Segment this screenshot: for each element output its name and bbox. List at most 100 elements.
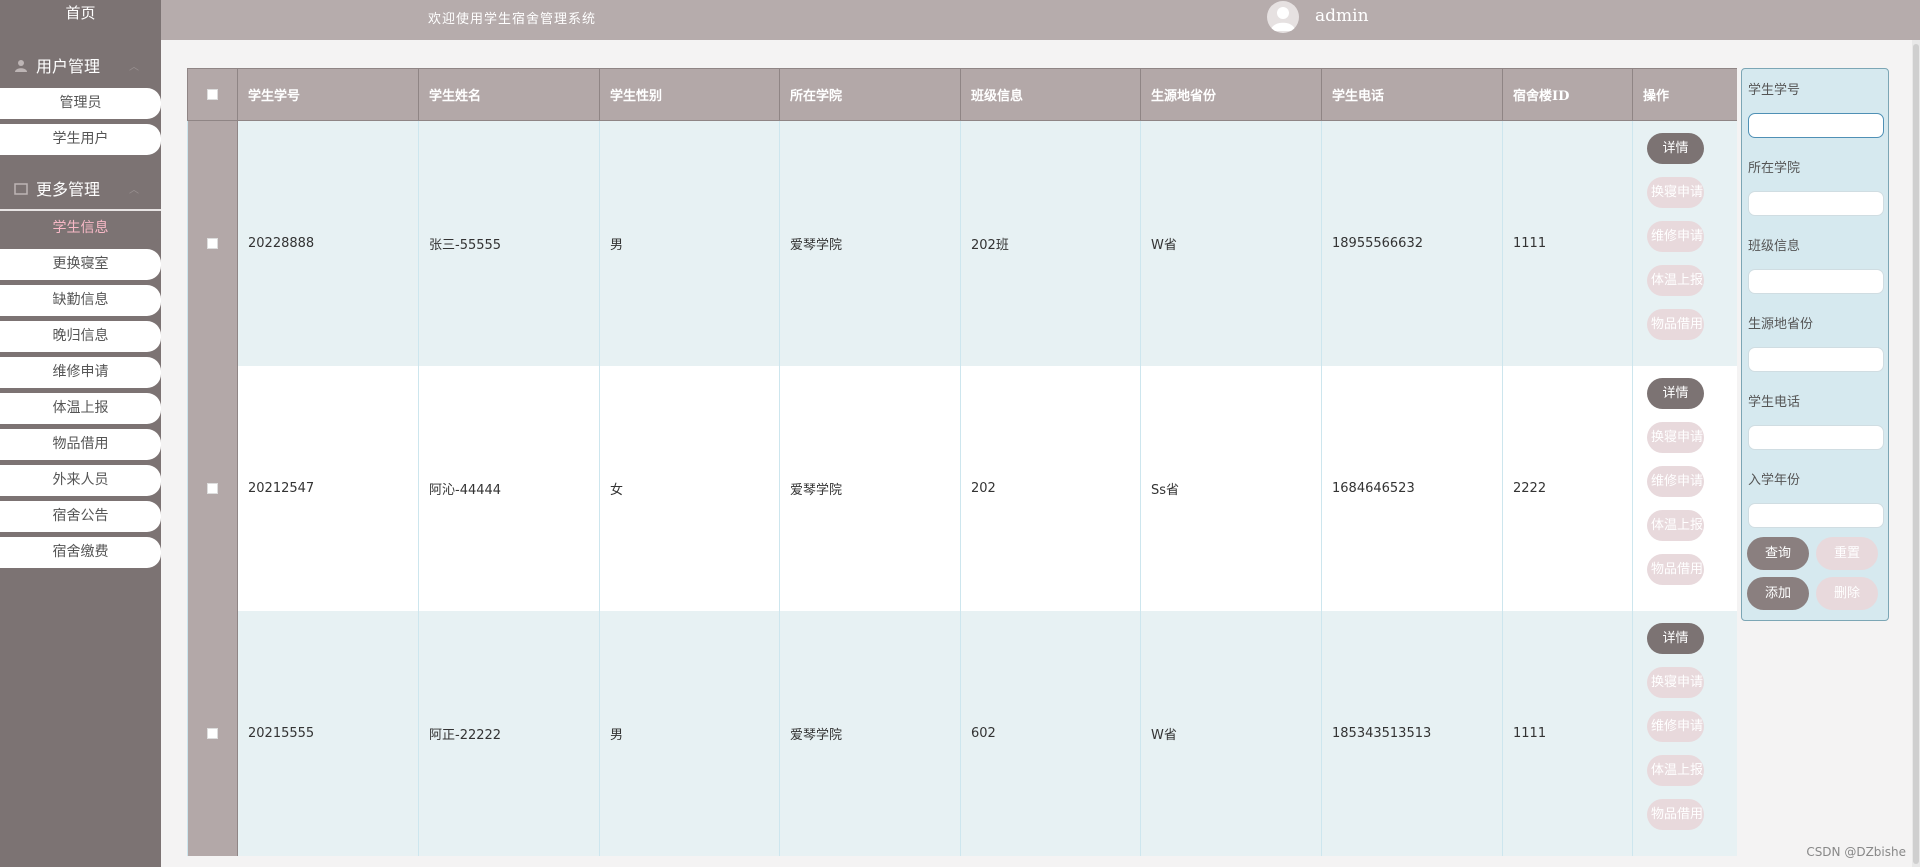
cell-class: 202班 [960, 120, 1141, 366]
header-building-id: 宿舍楼ID [1502, 68, 1633, 121]
sidebar-item-late-return[interactable]: 晚归信息 [0, 321, 161, 352]
sidebar-item-change-dorm[interactable]: 更换寝室 [0, 249, 161, 280]
cell-actions: 详情 换寝申请 维修申请 体温上报 物品借用 [1632, 610, 1737, 856]
borrow-button[interactable]: 物品借用 [1647, 309, 1704, 341]
sidebar-home[interactable]: 首页 [0, 0, 161, 26]
table-header-row: 学生学号 学生姓名 学生性别 所在学院 班级信息 生源地省份 学生电话 宿舍楼I… [187, 68, 1737, 121]
temperature-button[interactable]: 体温上报 [1647, 265, 1704, 297]
cell-student-id: 20212547 [237, 365, 419, 611]
cell-class: 202 [960, 365, 1141, 611]
sidebar-user-items: 管理员 学生用户 [0, 84, 161, 155]
search-field-year: 入学年份 [1748, 471, 1884, 528]
detail-button[interactable]: 详情 [1647, 378, 1704, 409]
sidebar-item-visitors[interactable]: 外来人员 [0, 465, 161, 496]
select-all-checkbox[interactable] [206, 89, 218, 100]
header-student-id: 学生学号 [237, 68, 419, 121]
header-student-name: 学生姓名 [418, 68, 600, 121]
row-checkbox-cell [187, 120, 238, 366]
delete-button[interactable]: 删除 [1816, 577, 1878, 610]
search-label: 入学年份 [1748, 473, 1801, 488]
student-id-input[interactable] [1748, 113, 1884, 138]
change-dorm-button[interactable]: 换寝申请 [1647, 422, 1704, 453]
cell-gender: 男 [599, 610, 780, 856]
repair-button[interactable]: 维修申请 [1647, 711, 1704, 742]
welcome-text: 欢迎使用学生宿舍管理系统 [428, 12, 597, 27]
temperature-button[interactable]: 体温上报 [1647, 510, 1704, 541]
table-row: 20215555 阿正-22222 男 爱琴学院 602 W省 18534351… [187, 610, 1737, 856]
select-all-cell [187, 68, 238, 121]
sidebar-item-announcement[interactable]: 宿舍公告 [0, 501, 161, 532]
cell-college: 爱琴学院 [779, 610, 961, 856]
repair-button[interactable]: 维修申请 [1647, 221, 1704, 253]
cell-student-name: 阿正-22222 [418, 610, 600, 856]
cell-phone: 185343513513 [1321, 610, 1503, 856]
sidebar-item-borrow[interactable]: 物品借用 [0, 429, 161, 460]
username[interactable]: admin [1315, 6, 1369, 26]
change-dorm-button[interactable]: 换寝申请 [1647, 177, 1704, 209]
chevron-up-icon: ︿ [129, 61, 139, 73]
sidebar-item-absence[interactable]: 缺勤信息 [0, 285, 161, 316]
header-actions: 操作 [1632, 68, 1737, 121]
header-gender: 学生性别 [599, 68, 780, 121]
scrollbar-thumb[interactable] [1913, 44, 1919, 864]
sidebar-group-more-management[interactable]: 更多管理 ︿ [0, 169, 161, 207]
topbar: 欢迎使用学生宿舍管理系统 admin [161, 0, 1920, 40]
active-divider [0, 209, 161, 211]
borrow-button[interactable]: 物品借用 [1647, 799, 1704, 830]
temperature-button[interactable]: 体温上报 [1647, 755, 1704, 786]
row-checkbox[interactable] [206, 727, 218, 739]
chevron-up-icon: ︿ [129, 184, 139, 196]
sidebar-item-repair[interactable]: 维修申请 [0, 357, 161, 388]
sidebar-group-user-management[interactable]: 用户管理 ︿ [0, 46, 161, 84]
enroll-year-input[interactable] [1748, 503, 1884, 528]
row-checkbox[interactable] [206, 237, 218, 249]
cell-class: 602 [960, 610, 1141, 856]
user-avatar-icon [1271, 7, 1295, 31]
cell-building-id: 1111 [1502, 120, 1633, 366]
sidebar-item-temperature[interactable]: 体温上报 [0, 393, 161, 424]
cell-gender: 男 [599, 120, 780, 366]
cell-student-id: 20215555 [237, 610, 419, 856]
repair-button[interactable]: 维修申请 [1647, 466, 1704, 497]
header-phone: 学生电话 [1321, 68, 1503, 121]
header-province: 生源地省份 [1140, 68, 1322, 121]
search-field-student-id: 学生学号 [1748, 81, 1884, 138]
user-icon [14, 58, 28, 72]
row-checkbox-cell [187, 610, 238, 856]
borrow-button[interactable]: 物品借用 [1647, 554, 1704, 585]
sidebar-item-admin[interactable]: 管理员 [0, 88, 161, 119]
search-label: 学生电话 [1748, 395, 1801, 410]
search-label: 生源地省份 [1748, 317, 1814, 332]
search-label: 班级信息 [1748, 239, 1801, 254]
sidebar-item-payment[interactable]: 宿舍缴费 [0, 537, 161, 568]
sidebar: 首页 用户管理 ︿ 管理员 学生用户 更多管理 ︿ 学生信息 更换寝室 缺勤信息… [0, 0, 161, 867]
cell-building-id: 2222 [1502, 365, 1633, 611]
search-label: 学生学号 [1748, 83, 1801, 98]
search-field-phone: 学生电话 [1748, 393, 1884, 450]
avatar[interactable] [1267, 1, 1299, 33]
search-label: 所在学院 [1748, 161, 1801, 176]
province-input[interactable] [1748, 347, 1884, 372]
row-checkbox[interactable] [206, 482, 218, 494]
search-field-college: 所在学院 [1748, 159, 1884, 216]
row-checkbox-cell [187, 365, 238, 611]
add-button[interactable]: 添加 [1747, 577, 1809, 610]
sidebar-item-student-info[interactable]: 学生信息 [0, 213, 161, 244]
search-panel: 学生学号 所在学院 班级信息 生源地省份 学生电话 入学年份 查询 重置 添加 … [1741, 68, 1889, 621]
change-dorm-button[interactable]: 换寝申请 [1647, 667, 1704, 698]
reset-button[interactable]: 重置 [1816, 537, 1878, 570]
watermark: CSDN @DZbishe [1806, 845, 1906, 859]
cell-college: 爱琴学院 [779, 365, 961, 611]
detail-button[interactable]: 详情 [1647, 623, 1704, 654]
cell-province: W省 [1140, 120, 1322, 366]
cell-phone: 18955566632 [1321, 120, 1503, 366]
detail-button[interactable]: 详情 [1647, 133, 1704, 165]
query-button[interactable]: 查询 [1747, 537, 1809, 570]
table-row: 20212547 阿沁-44444 女 爱琴学院 202 Ss省 1684646… [187, 365, 1737, 611]
cell-actions: 详情 换寝申请 维修申请 体温上报 物品借用 [1632, 120, 1737, 366]
sidebar-item-student-users[interactable]: 学生用户 [0, 124, 161, 155]
class-input[interactable] [1748, 269, 1884, 294]
cell-province: Ss省 [1140, 365, 1322, 611]
college-input[interactable] [1748, 191, 1884, 216]
phone-input[interactable] [1748, 425, 1884, 450]
